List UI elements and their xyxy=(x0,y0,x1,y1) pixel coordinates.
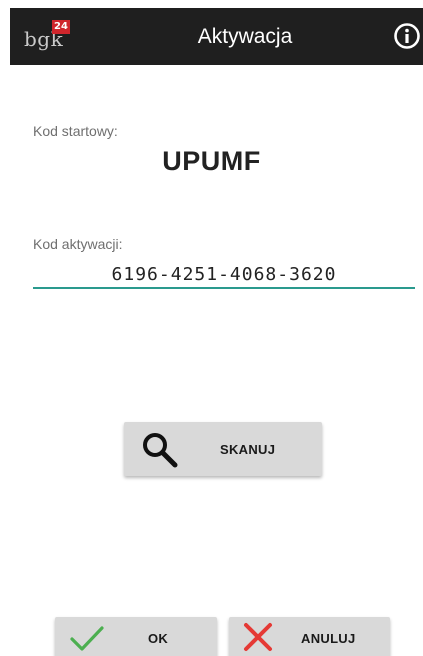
close-icon xyxy=(243,622,273,652)
cancel-button[interactable]: ANULUJ xyxy=(229,617,390,656)
start-code-value: UPUMF xyxy=(162,146,261,176)
scan-button[interactable]: SKANUJ xyxy=(124,422,322,476)
activation-screen: bgk 24 Aktywacja Kod startowy: UPUMF Kod… xyxy=(0,0,423,656)
bgk24-logo: bgk 24 xyxy=(24,20,76,56)
info-icon[interactable] xyxy=(393,22,421,50)
app-bar: bgk 24 Aktywacja xyxy=(10,8,423,65)
ok-button-label: OK xyxy=(148,631,169,646)
search-icon xyxy=(140,431,180,469)
checkmark-icon xyxy=(69,623,105,653)
page-title: Aktywacja xyxy=(197,25,293,48)
start-code-label: Kod startowy: xyxy=(33,123,118,139)
ok-button[interactable]: OK xyxy=(55,617,217,656)
activation-code-input[interactable] xyxy=(33,261,415,289)
cancel-button-label: ANULUJ xyxy=(301,631,356,646)
scan-button-label: SKANUJ xyxy=(220,442,276,457)
logo-badge: 24 xyxy=(52,20,70,34)
activation-code-label: Kod aktywacji: xyxy=(33,236,123,252)
